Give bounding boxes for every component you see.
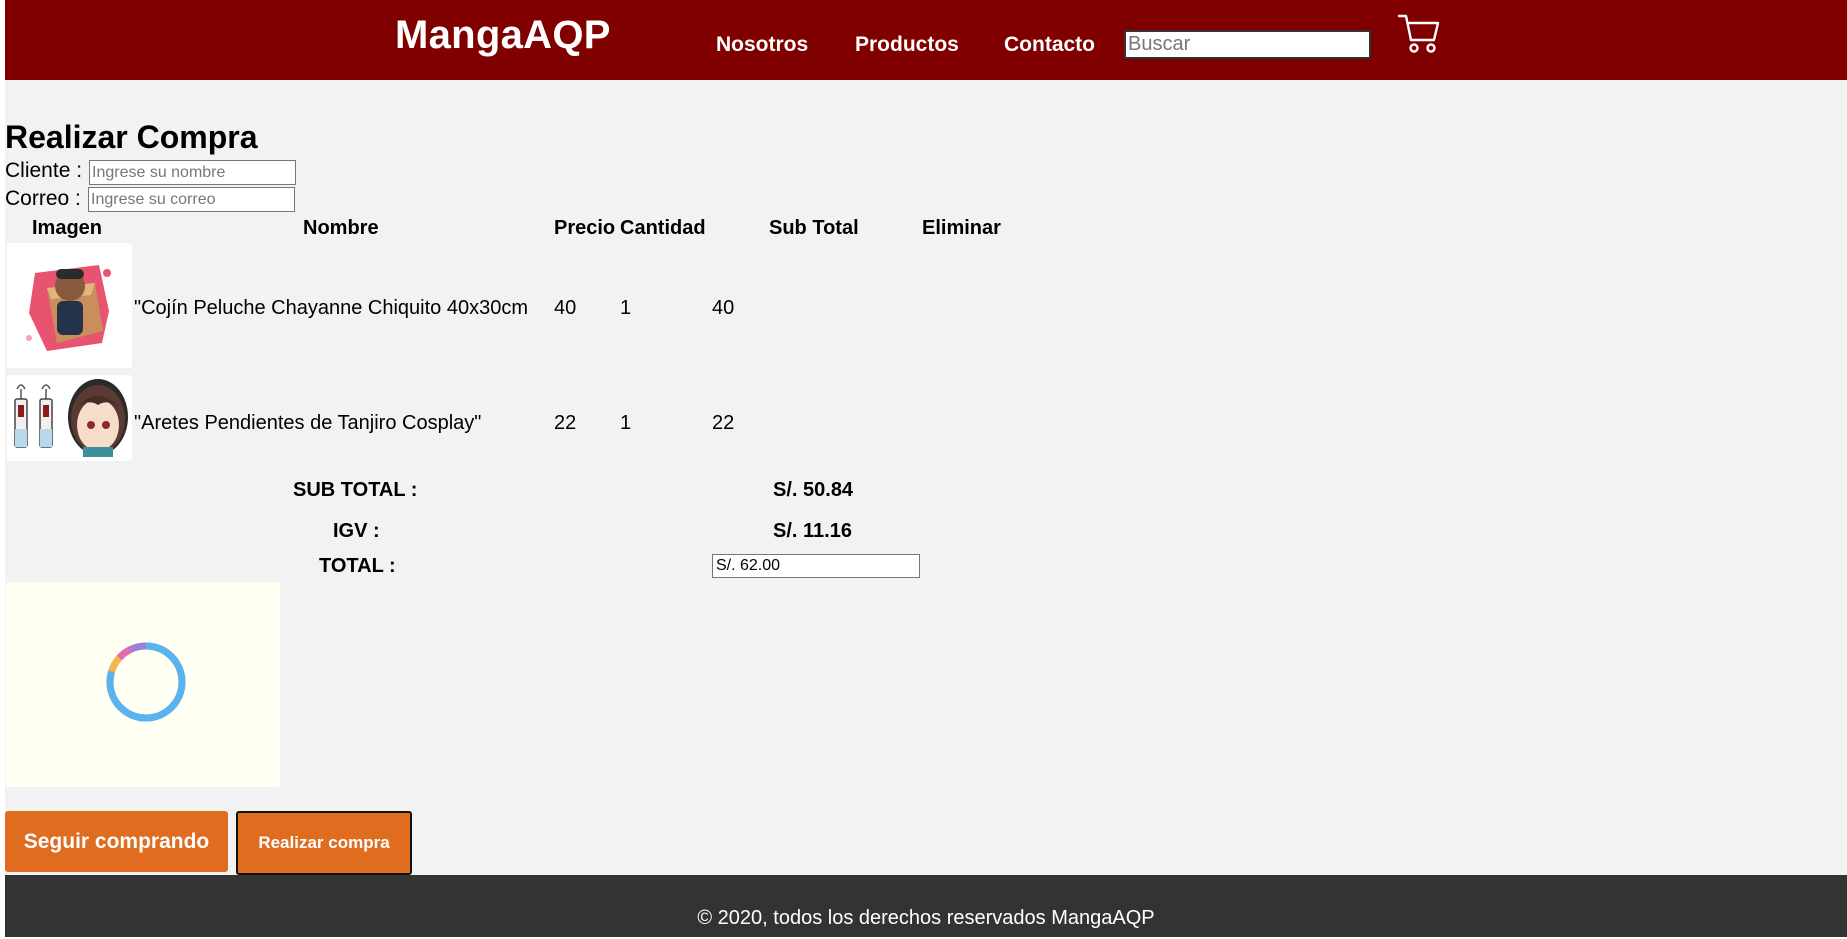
subtotal-value: S/. 50.84 [773,479,854,501]
nav-link-nosotros[interactable]: Nosotros [716,33,808,57]
client-name-input[interactable] [89,160,296,185]
cushion-product-image [7,243,132,368]
nav-link-productos[interactable]: Productos [855,33,959,57]
email-label: Correo : [5,187,81,210]
product-price: 22 [554,412,577,434]
product-quantity: 1 [620,297,632,319]
footer-copyright: © 2020, todos los derechos reservados Ma… [697,907,1155,929]
total-field[interactable] [712,554,920,578]
column-header-subtotal: Sub Total [769,217,859,239]
site-header: MangaAQP Nosotros Productos Contacto [5,0,1847,80]
product-price: 40 [554,297,577,319]
payment-widget [6,582,280,787]
column-header-nombre: Nombre [303,217,379,239]
page-background [5,0,1847,937]
email-input[interactable] [88,187,295,212]
subtotal-label: SUB TOTAL : [293,479,418,501]
column-header-eliminar: Eliminar [922,217,1001,239]
total-label: TOTAL : [319,555,396,577]
client-label: Cliente : [5,159,83,182]
loading-spinner-icon [106,642,186,722]
column-header-precio: Precio [554,217,616,239]
shopping-cart-icon[interactable] [1397,12,1441,54]
column-header-imagen: Imagen [32,217,103,239]
continue-shopping-button[interactable]: Seguir comprando [5,811,228,872]
igv-value: S/. 11.16 [773,520,852,542]
brand-logo-text[interactable]: MangaAQP [395,13,611,58]
earrings-product-image [7,375,132,461]
product-name: "Cojín Peluche Chayanne Chiquito 40x30cm [134,297,529,319]
igv-label: IGV : [333,520,380,542]
product-name: "Aretes Pendientes de Tanjiro Cosplay" [134,412,482,434]
product-subtotal: 22 [712,412,735,434]
page-title: Realizar Compra [5,119,258,155]
column-header-cantidad: Cantidad [620,217,706,239]
product-quantity: 1 [620,412,632,434]
site-footer: © 2020, todos los derechos reservados Ma… [5,875,1847,937]
place-order-button[interactable]: Realizar compra [236,811,412,875]
search-input[interactable] [1124,30,1371,59]
product-subtotal: 40 [712,297,735,319]
nav-link-contacto[interactable]: Contacto [1004,33,1095,57]
